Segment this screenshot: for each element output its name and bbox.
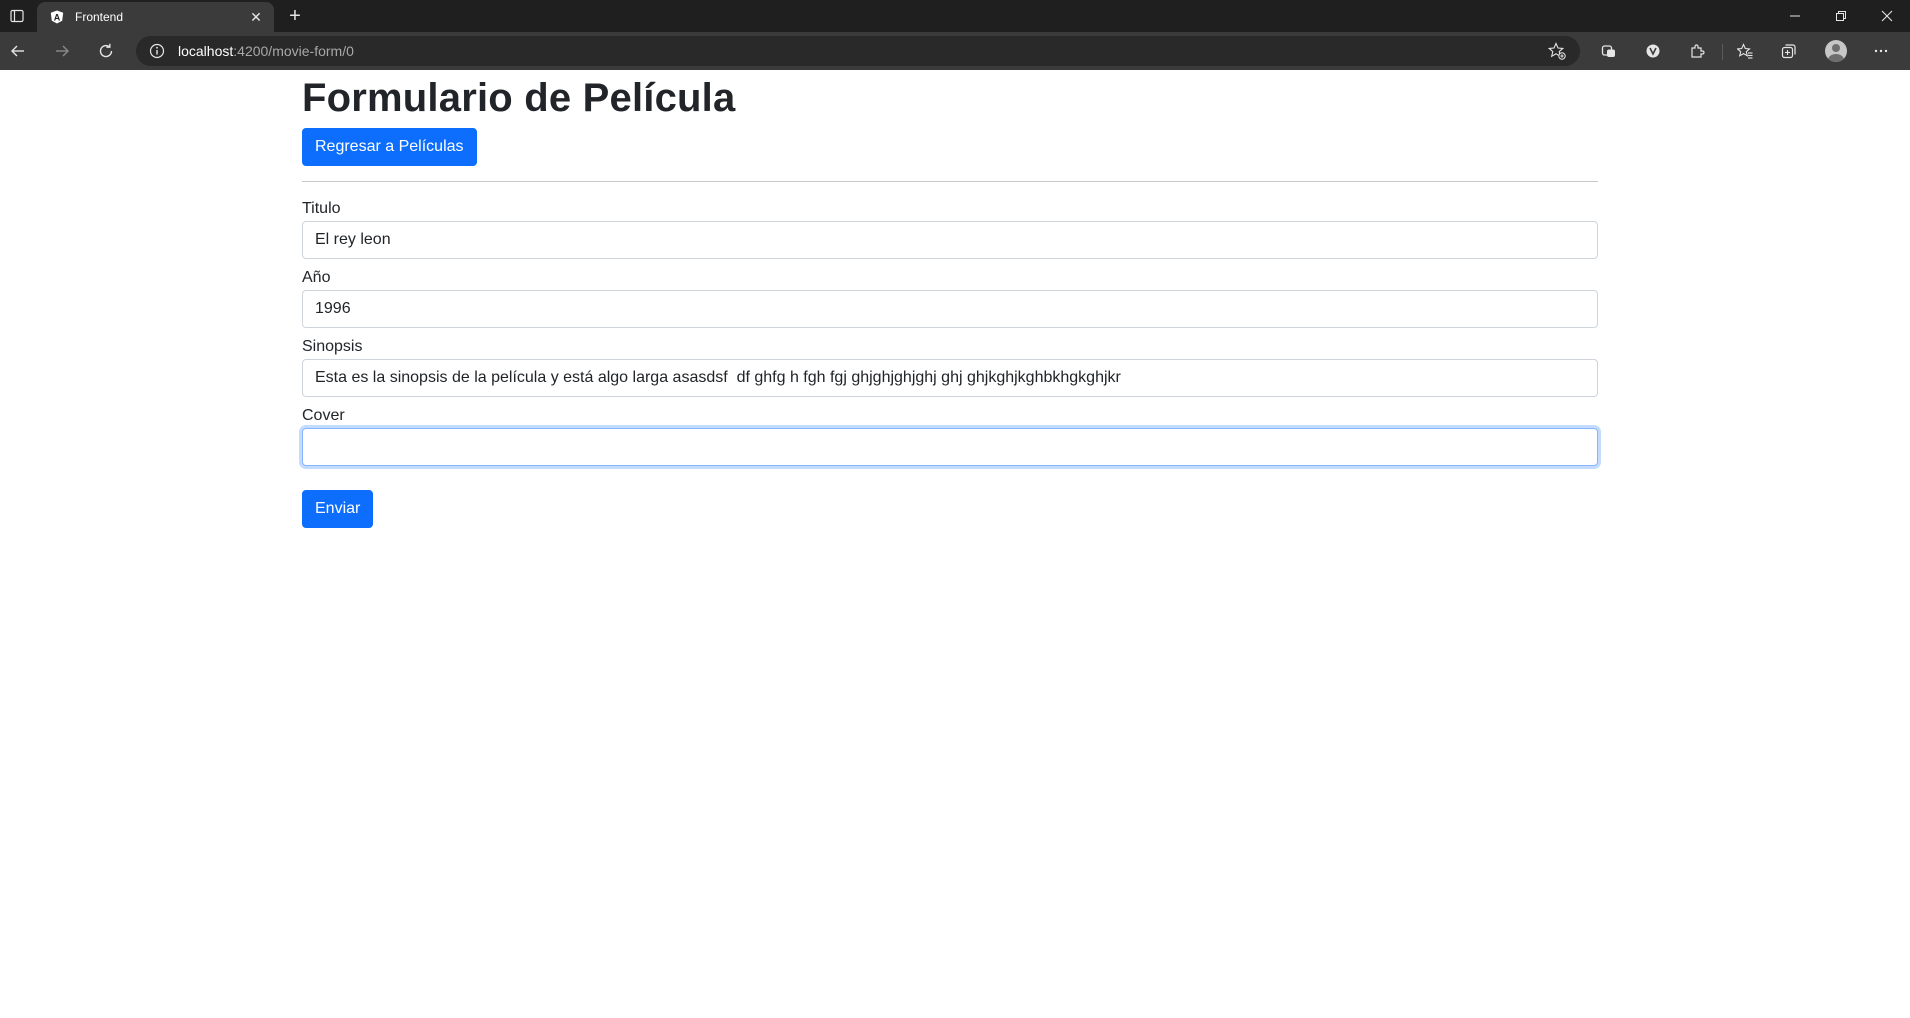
browser-toolbar: localhost:4200/movie-form/0 bbox=[0, 32, 1910, 70]
anio-input[interactable] bbox=[302, 290, 1598, 328]
tab-close-icon[interactable]: ✕ bbox=[248, 9, 264, 25]
sinopsis-label: Sinopsis bbox=[302, 338, 363, 355]
restore-icon[interactable] bbox=[1818, 0, 1864, 32]
collections-icon[interactable] bbox=[1774, 36, 1804, 66]
url-path: :4200/movie-form/0 bbox=[233, 43, 354, 59]
minimize-icon[interactable] bbox=[1772, 0, 1818, 32]
browser-essentials-icon[interactable] bbox=[1594, 36, 1624, 66]
forward-arrow-icon[interactable] bbox=[47, 36, 77, 66]
more-options-icon[interactable] bbox=[1866, 36, 1896, 66]
extensions-puzzle-icon[interactable] bbox=[1682, 36, 1712, 66]
titulo-label: Titulo bbox=[302, 200, 341, 217]
browser-tab-bar: A Frontend ✕ + bbox=[0, 0, 1910, 32]
sinopsis-input[interactable] bbox=[302, 359, 1598, 397]
movie-form: Titulo Año Sinopsis Cover Enviar bbox=[302, 199, 1598, 528]
profile-avatar-icon[interactable] bbox=[1821, 36, 1851, 66]
reload-icon[interactable] bbox=[91, 36, 121, 66]
close-window-icon[interactable] bbox=[1864, 0, 1910, 32]
titulo-input[interactable] bbox=[302, 221, 1598, 259]
back-arrow-icon[interactable] bbox=[3, 36, 33, 66]
anio-label: Año bbox=[302, 269, 331, 286]
main-container: Formulario de Película Regresar a Pelícu… bbox=[302, 70, 1598, 528]
avatar bbox=[1825, 40, 1847, 62]
page-viewport: Formulario de Película Regresar a Pelícu… bbox=[0, 70, 1910, 1018]
site-info-icon[interactable] bbox=[148, 42, 166, 60]
page-title: Formulario de Película bbox=[302, 76, 736, 120]
cover-label: Cover bbox=[302, 407, 345, 424]
url-text[interactable]: localhost:4200/movie-form/0 bbox=[178, 43, 1546, 59]
window-controls bbox=[1772, 0, 1910, 32]
tab-title: Frontend bbox=[75, 10, 124, 24]
extension-icon[interactable] bbox=[1638, 36, 1668, 66]
add-favorite-icon[interactable] bbox=[1546, 40, 1568, 62]
angular-favicon-icon: A bbox=[49, 9, 65, 25]
browser-tab-active[interactable]: A Frontend ✕ bbox=[37, 2, 274, 32]
tab-actions-icon[interactable] bbox=[0, 0, 34, 32]
cover-input[interactable] bbox=[302, 428, 1598, 466]
submit-button[interactable]: Enviar bbox=[302, 490, 374, 528]
toolbar-divider bbox=[1722, 44, 1723, 60]
address-bar[interactable]: localhost:4200/movie-form/0 bbox=[136, 36, 1580, 66]
back-to-movies-button[interactable]: Regresar a Películas bbox=[302, 128, 477, 166]
favorites-icon[interactable] bbox=[1730, 36, 1760, 66]
url-host: localhost bbox=[178, 43, 234, 59]
divider bbox=[302, 181, 1598, 182]
svg-text:A: A bbox=[54, 13, 61, 23]
new-tab-button[interactable]: + bbox=[282, 4, 308, 28]
